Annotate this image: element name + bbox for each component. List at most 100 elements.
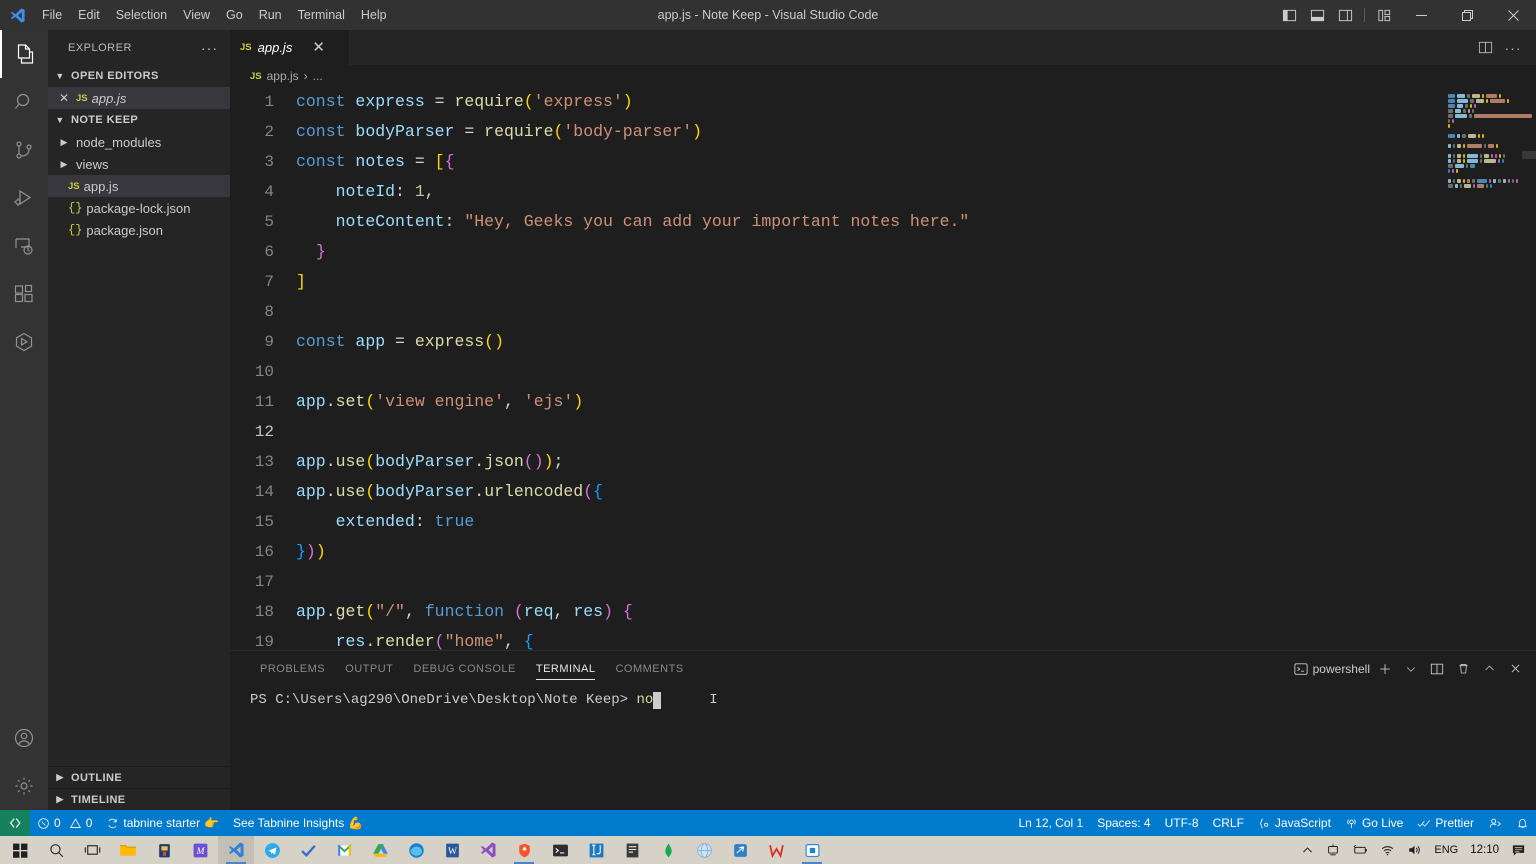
menu-go[interactable]: Go [218, 4, 251, 26]
maximize-panel-icon[interactable] [1478, 658, 1500, 680]
maximize-button[interactable] [1444, 0, 1490, 30]
tree-item-package-lock-json[interactable]: {} package-lock.json [48, 197, 230, 219]
panel-tab-output[interactable]: OUTPUT [335, 651, 403, 686]
activity-explorer-icon[interactable] [0, 30, 48, 78]
tab-close-icon[interactable]: ✕ [312, 40, 325, 55]
tree-item-node-modules[interactable]: ▶ node_modules [48, 131, 230, 153]
start-button-icon[interactable] [2, 836, 38, 864]
section-timeline[interactable]: ▶ TIMELINE [48, 788, 230, 810]
panel-actions[interactable]: powershell [1294, 658, 1536, 680]
split-terminal-icon[interactable] [1426, 658, 1448, 680]
tray-clock[interactable]: 12:10 [1464, 844, 1505, 857]
code-line[interactable]: 7] [230, 267, 1440, 297]
system-tray[interactable]: ENG 12:10 [1295, 836, 1536, 864]
status-tabnine[interactable]: tabnine starter 👉 [99, 810, 226, 836]
code-line[interactable]: 15 extended: true [230, 507, 1440, 537]
code-text[interactable]: } [296, 237, 1440, 267]
activity-docker-icon[interactable] [0, 318, 48, 366]
panel-tab-debug-console[interactable]: DEBUG CONSOLE [403, 651, 525, 686]
status-problems[interactable]: 0 0 [30, 810, 99, 836]
status-language-mode[interactable]: JavaScript [1251, 810, 1338, 836]
taskbar-store-icon[interactable] [146, 836, 182, 864]
editor-content[interactable]: 1const express = require('express')2cons… [230, 87, 1536, 650]
taskbar-task-view-icon[interactable] [74, 836, 110, 864]
code-line[interactable]: 6 } [230, 237, 1440, 267]
activity-bar[interactable] [0, 30, 48, 810]
taskbar-search-icon[interactable] [38, 836, 74, 864]
taskbar-todo-icon[interactable] [290, 836, 326, 864]
split-editor-icon[interactable] [1472, 30, 1498, 65]
code-viewport[interactable]: 1const express = require('express')2cons… [230, 87, 1440, 650]
section-note-keep[interactable]: ▼ NOTE KEEP [48, 109, 230, 131]
activity-search-icon[interactable] [0, 78, 48, 126]
code-lines[interactable]: 1const express = require('express')2cons… [230, 87, 1440, 650]
code-line[interactable]: 10 [230, 357, 1440, 387]
code-text[interactable]: app.set('view engine', 'ejs') [296, 387, 1440, 417]
code-line[interactable]: 2const bodyParser = require('body-parser… [230, 117, 1440, 147]
open-editor-app-js[interactable]: ✕ JS app.js [48, 87, 230, 109]
menu-run[interactable]: Run [251, 4, 290, 26]
section-open-editors[interactable]: ▼ OPEN EDITORS [48, 65, 230, 87]
panel-tab-comments[interactable]: COMMENTS [605, 651, 693, 686]
status-remote-indicator[interactable] [0, 810, 30, 836]
menu-file[interactable]: File [34, 4, 70, 26]
taskbar-file-explorer-icon[interactable] [110, 836, 146, 864]
sidebar-more-actions-icon[interactable]: ··· [201, 40, 222, 56]
toggle-secondary-sidebar-icon[interactable] [1331, 0, 1359, 30]
taskbar-drive-icon[interactable] [362, 836, 398, 864]
status-indentation[interactable]: Spaces: 4 [1090, 810, 1157, 836]
code-text[interactable]: const bodyParser = require('body-parser'… [296, 117, 1440, 147]
code-line[interactable]: 17 [230, 567, 1440, 597]
code-text[interactable]: const express = require('express') [296, 87, 1440, 117]
tab-app-js[interactable]: JS app.js ✕ [230, 30, 350, 65]
code-text[interactable]: noteContent: "Hey, Geeks you can add you… [296, 207, 1440, 237]
code-line[interactable]: 16})) [230, 537, 1440, 567]
activity-accounts-icon[interactable] [0, 714, 48, 762]
toggle-panel-icon[interactable] [1303, 0, 1331, 30]
menu-selection[interactable]: Selection [108, 4, 175, 26]
taskbar-word-icon[interactable]: W [434, 836, 470, 864]
panel-tab-terminal[interactable]: TERMINAL [526, 651, 606, 686]
close-button[interactable] [1490, 0, 1536, 30]
code-text[interactable]: ] [296, 267, 1440, 297]
code-line[interactable]: 9const app = express() [230, 327, 1440, 357]
code-line[interactable]: 18app.get("/", function (req, res) { [230, 597, 1440, 627]
taskbar-brave-icon[interactable] [506, 836, 542, 864]
code-line[interactable]: 4 noteId: 1, [230, 177, 1440, 207]
taskbar-gmail-icon[interactable] [326, 836, 362, 864]
tray-wifi-icon[interactable] [1374, 836, 1401, 864]
activity-run-debug-icon[interactable] [0, 174, 48, 222]
tray-battery-icon[interactable] [1346, 836, 1374, 864]
code-line[interactable]: 19 res.render("home", { [230, 627, 1440, 650]
taskbar-postman-icon[interactable] [722, 836, 758, 864]
taskbar-vscode-icon[interactable] [218, 836, 254, 864]
tree-item-package-json[interactable]: {} package.json [48, 219, 230, 241]
status-feedback-icon[interactable] [1481, 810, 1509, 836]
activity-source-control-icon[interactable] [0, 126, 48, 174]
code-text[interactable]: res.render("home", { [296, 627, 1440, 650]
status-editor-position[interactable]: Ln 12, Col 1 [1011, 810, 1090, 836]
tray-display-icon[interactable] [1320, 836, 1346, 864]
code-line[interactable]: 13app.use(bodyParser.json()); [230, 447, 1440, 477]
menu-help[interactable]: Help [353, 4, 395, 26]
minimize-button[interactable] [1398, 0, 1444, 30]
status-eol[interactable]: CRLF [1206, 810, 1251, 836]
section-outline[interactable]: ▶ OUTLINE [48, 766, 230, 788]
close-editor-icon[interactable]: ✕ [56, 91, 72, 105]
taskbar-telegram-icon[interactable] [254, 836, 290, 864]
tray-notifications-icon[interactable] [1505, 836, 1532, 864]
close-panel-icon[interactable] [1504, 658, 1526, 680]
status-tabnine-insights[interactable]: See Tabnine Insights 💪 [226, 810, 370, 836]
status-go-live[interactable]: Go Live [1338, 810, 1410, 836]
menu-edit[interactable]: Edit [70, 4, 108, 26]
show-hidden-icons-chevron-icon[interactable] [1295, 836, 1320, 864]
minimap[interactable] [1440, 87, 1536, 650]
code-line[interactable]: 5 noteContent: "Hey, Geeks you can add y… [230, 207, 1440, 237]
taskbar-vscode-insiders-icon[interactable] [470, 836, 506, 864]
kill-terminal-icon[interactable] [1452, 658, 1474, 680]
editor-more-actions-icon[interactable]: ··· [1500, 30, 1526, 65]
taskbar-mongodb-icon[interactable] [650, 836, 686, 864]
code-line[interactable]: 12 [230, 417, 1440, 447]
menu-terminal[interactable]: Terminal [290, 4, 353, 26]
code-text[interactable]: app.get("/", function (req, res) { [296, 597, 1440, 627]
